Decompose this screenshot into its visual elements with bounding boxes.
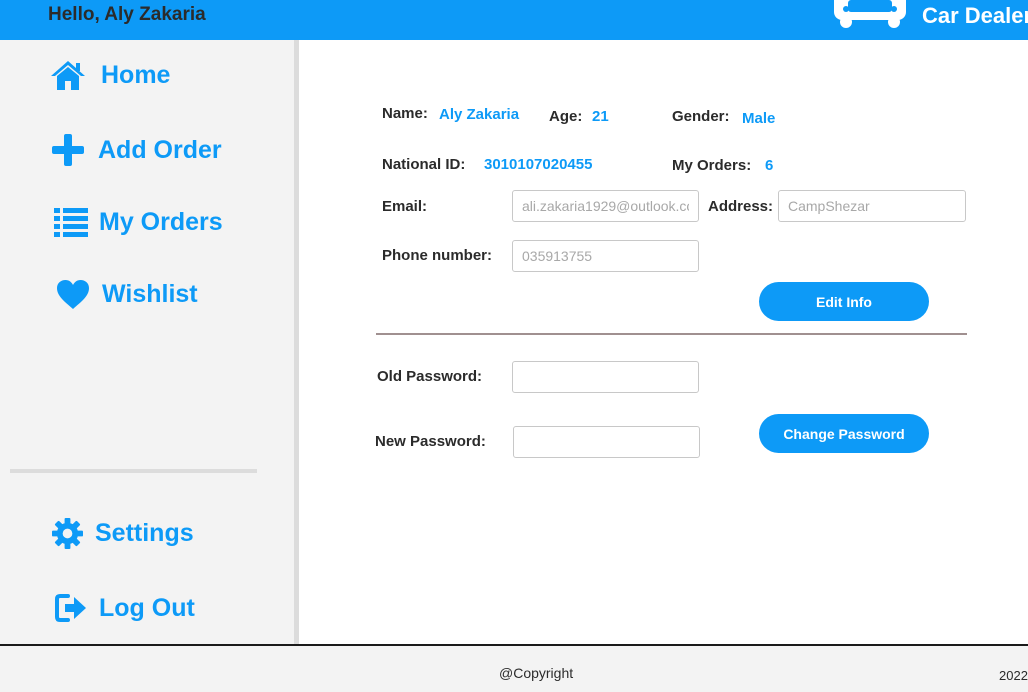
home-icon [51, 61, 85, 90]
sidebar-item-wishlist[interactable]: Wishlist [56, 279, 198, 310]
old-password-field[interactable] [512, 361, 699, 393]
national-id-label: National ID: [382, 156, 466, 173]
heart-icon [57, 280, 89, 309]
main-panel [299, 40, 1028, 644]
brand-name: Car Dealer [922, 3, 1028, 28]
sidebar-item-add-order[interactable]: Add Order [52, 134, 222, 166]
name-value: Aly Zakaria [439, 106, 520, 123]
sidebar-item-label: Add Order [98, 135, 222, 164]
brand: Car Dealer [834, 0, 1028, 40]
email-field[interactable] [512, 190, 699, 222]
gender-value: Male [742, 110, 776, 127]
greeting-text: Hello, Aly Zakaria [48, 4, 206, 25]
phone-label: Phone number: [382, 247, 493, 264]
new-password-field[interactable] [513, 426, 700, 458]
logout-icon [55, 594, 86, 622]
sidebar-item-label: Home [101, 61, 171, 89]
gender-label: Gender: [672, 108, 730, 125]
orders-count-value: 6 [765, 157, 774, 174]
sidebar-item-logout[interactable]: Log Out [55, 593, 195, 623]
change-password-button[interactable]: Change Password [759, 414, 929, 453]
address-label: Address: [708, 198, 774, 215]
car-icon [834, 0, 906, 28]
new-password-label: New Password: [375, 433, 486, 450]
sidebar-item-my-orders[interactable]: My Orders [54, 207, 223, 237]
section-divider [376, 333, 967, 335]
phone-field[interactable] [512, 240, 699, 272]
sidebar-item-label: My Orders [99, 207, 223, 236]
national-id-value: 3010107020455 [484, 156, 593, 173]
old-password-label: Old Password: [377, 368, 483, 385]
email-label: Email: [382, 198, 428, 215]
sidebar-item-label: Settings [95, 519, 194, 547]
edit-info-button[interactable]: Edit Info [759, 282, 929, 321]
orders-count-label: My Orders: [672, 157, 752, 174]
sidebar-item-settings[interactable]: Settings [52, 518, 194, 549]
copyright-year: 2022 [999, 668, 1028, 683]
address-field[interactable] [778, 190, 966, 222]
sidebar-item-label: Log Out [99, 593, 195, 622]
gear-icon [52, 518, 83, 549]
list-icon [54, 208, 88, 237]
sidebar-item-label: Wishlist [102, 280, 198, 308]
age-value: 21 [592, 108, 609, 125]
copyright-text: @Copyright [499, 665, 574, 681]
plus-icon [52, 134, 84, 166]
footer: @Copyright 2022 [0, 644, 1028, 692]
age-label: Age: [549, 108, 583, 125]
sidebar-divider [10, 469, 257, 473]
top-bar: Hello, Aly Zakaria Car Dealer [0, 0, 1028, 40]
sidebar-item-home[interactable]: Home [50, 60, 170, 91]
sidebar [0, 40, 294, 644]
name-label: Name: [382, 105, 428, 122]
